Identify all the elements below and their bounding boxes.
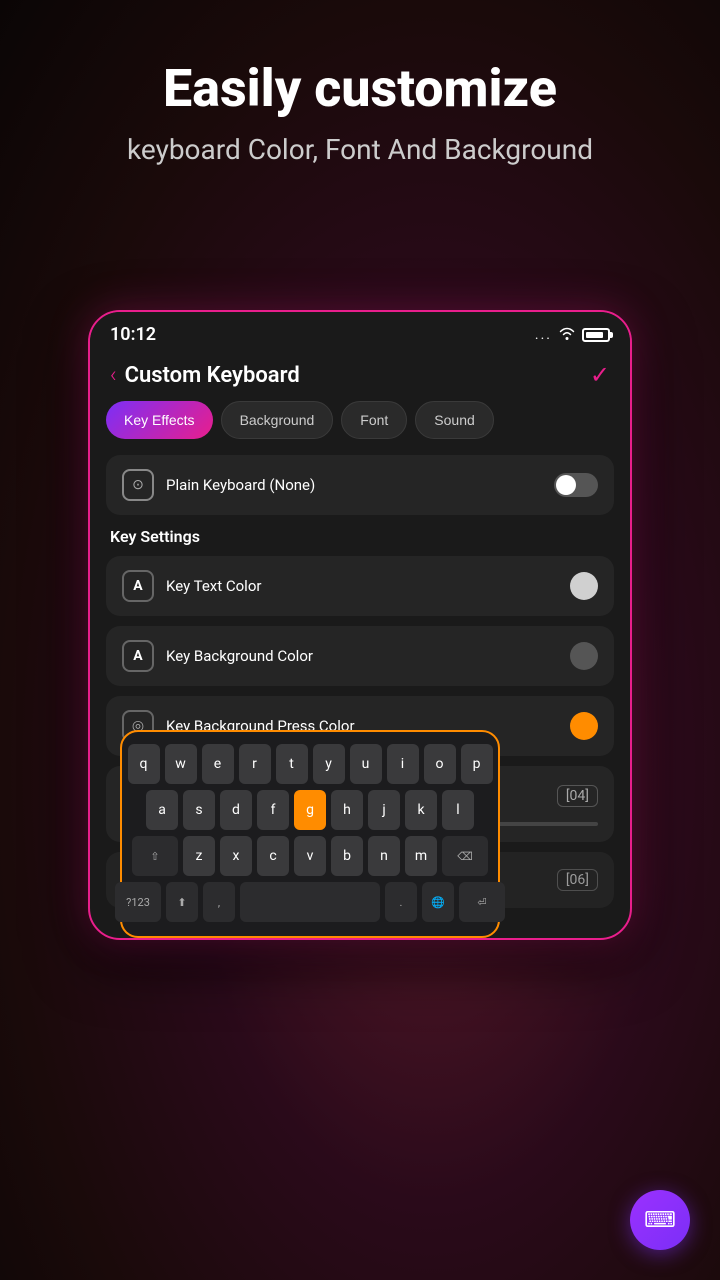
keyboard-overlay: q w e r t y u i o p a s d f g h j k l ⇧ … <box>120 730 500 938</box>
kb-key-g[interactable]: g <box>294 790 326 830</box>
plain-keyboard-row[interactable]: ⊙ Plain Keyboard (None) <box>106 455 614 515</box>
key-text-color-swatch[interactable] <box>570 572 598 600</box>
confirm-button[interactable]: ✓ <box>590 361 610 389</box>
kb-key-r[interactable]: r <box>239 744 271 784</box>
kb-key-return[interactable]: ⏎ <box>459 882 505 922</box>
battery-icon <box>582 328 610 342</box>
promo-subtitle: keyboard Color, Font And Background <box>40 133 680 166</box>
status-bar: 10:12 ... <box>90 312 630 353</box>
key-bg-press-color-swatch[interactable] <box>570 712 598 740</box>
kb-key-backspace[interactable]: ⌫ <box>442 836 488 876</box>
kb-key-d[interactable]: d <box>220 790 252 830</box>
kb-key-h[interactable]: h <box>331 790 363 830</box>
kb-key-num[interactable]: ?123 <box>115 882 161 922</box>
back-button[interactable]: ‹ <box>110 363 117 388</box>
tab-background[interactable]: Background <box>221 401 334 439</box>
kb-key-m[interactable]: m <box>405 836 437 876</box>
kb-key-z[interactable]: z <box>183 836 215 876</box>
kb-key-t[interactable]: t <box>276 744 308 784</box>
plain-keyboard-icon: ⊙ <box>122 469 154 501</box>
kb-key-f[interactable]: f <box>257 790 289 830</box>
kb-key-i[interactable]: i <box>387 744 419 784</box>
kb-key-w[interactable]: w <box>165 744 197 784</box>
phone-mockup: 10:12 ... ‹ Custom Keyboard ✓ Key Eff <box>88 310 632 940</box>
tabs-container: Key Effects Background Font Sound <box>90 401 630 439</box>
status-time: 10:12 <box>110 324 156 345</box>
kb-row-3: ⇧ z x c v b n m ⌫ <box>130 836 490 876</box>
kb-key-o[interactable]: o <box>424 744 456 784</box>
plain-keyboard-label: Plain Keyboard (None) <box>166 476 315 494</box>
partial-value: [06] <box>557 869 598 891</box>
kb-key-q[interactable]: q <box>128 744 160 784</box>
fab-keyboard-button[interactable]: ⌨ <box>630 1190 690 1250</box>
kb-key-v[interactable]: v <box>294 836 326 876</box>
kb-key-s[interactable]: s <box>183 790 215 830</box>
key-text-color-row[interactable]: A Key Text Color <box>106 556 614 616</box>
key-corner-value: [04] <box>557 785 598 807</box>
key-bg-color-row[interactable]: A Key Background Color <box>106 626 614 686</box>
header-title: Custom Keyboard <box>125 363 300 388</box>
status-dots-icon: ... <box>535 327 552 343</box>
kb-key-period[interactable]: . <box>385 882 417 922</box>
tab-key-effects[interactable]: Key Effects <box>106 401 213 439</box>
kb-key-globe[interactable]: 🌐 <box>422 882 454 922</box>
kb-key-comma[interactable]: , <box>203 882 235 922</box>
kb-key-space[interactable] <box>240 882 380 922</box>
plain-keyboard-toggle[interactable] <box>554 473 598 497</box>
kb-key-b[interactable]: b <box>331 836 363 876</box>
kb-key-y[interactable]: y <box>313 744 345 784</box>
kb-key-share[interactable]: ⬆ <box>166 882 198 922</box>
kb-key-j[interactable]: j <box>368 790 400 830</box>
fab-keyboard-icon: ⌨ <box>644 1208 676 1233</box>
wifi-icon <box>558 325 576 344</box>
kb-key-n[interactable]: n <box>368 836 400 876</box>
kb-key-e[interactable]: e <box>202 744 234 784</box>
key-bg-color-swatch[interactable] <box>570 642 598 670</box>
tab-font[interactable]: Font <box>341 401 407 439</box>
kb-key-c[interactable]: c <box>257 836 289 876</box>
kb-key-a[interactable]: a <box>146 790 178 830</box>
kb-key-x[interactable]: x <box>220 836 252 876</box>
kb-key-l[interactable]: l <box>442 790 474 830</box>
kb-key-u[interactable]: u <box>350 744 382 784</box>
key-text-icon: A <box>122 570 154 602</box>
app-header: ‹ Custom Keyboard ✓ <box>90 353 630 401</box>
key-bg-color-label: Key Background Color <box>166 647 313 665</box>
kb-row-1: q w e r t y u i o p <box>130 744 490 784</box>
status-icons: ... <box>535 325 610 344</box>
kb-row-2: a s d f g h j k l <box>130 790 490 830</box>
tab-sound[interactable]: Sound <box>415 401 493 439</box>
key-settings-title: Key Settings <box>106 527 614 546</box>
key-text-color-label: Key Text Color <box>166 577 261 595</box>
promo-title: Easily customize <box>40 60 680 117</box>
kb-row-4: ?123 ⬆ , . 🌐 ⏎ <box>130 882 490 922</box>
kb-key-shift[interactable]: ⇧ <box>132 836 178 876</box>
kb-key-p[interactable]: p <box>461 744 493 784</box>
kb-key-k[interactable]: k <box>405 790 437 830</box>
key-bg-icon: A <box>122 640 154 672</box>
